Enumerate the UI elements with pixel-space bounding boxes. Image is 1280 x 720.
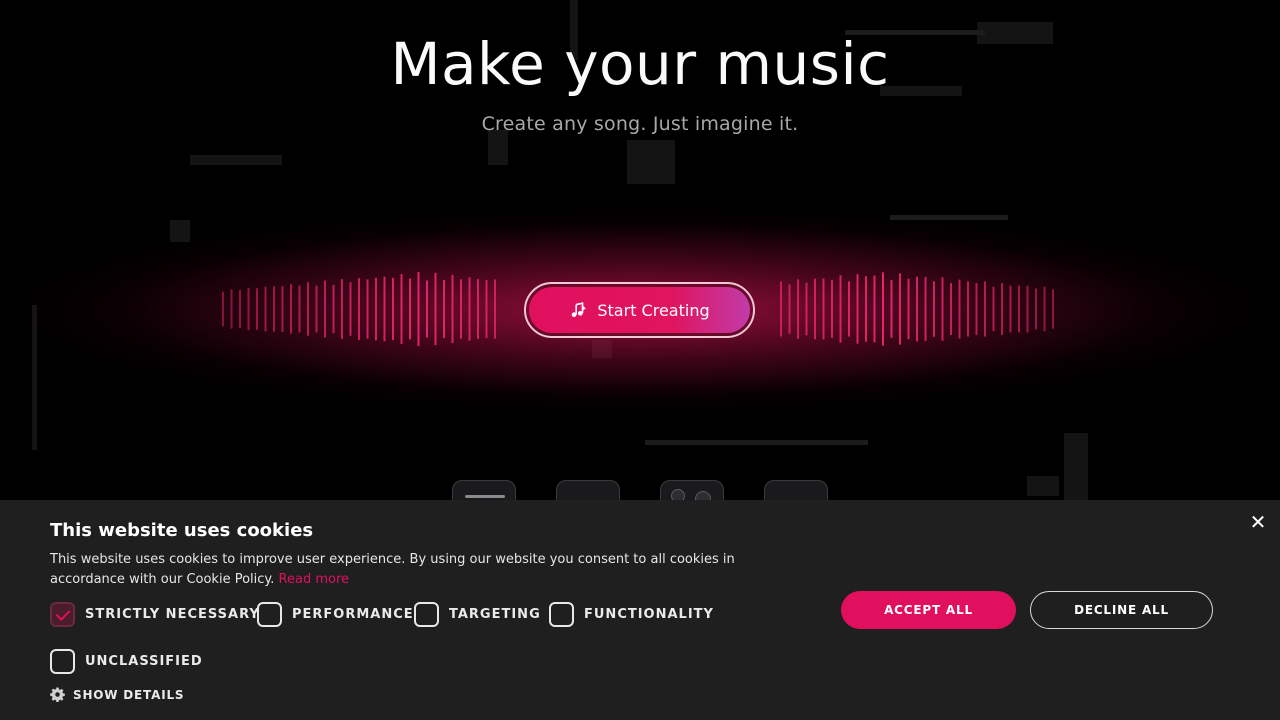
waveform-bar — [332, 284, 335, 334]
waveform-bar — [315, 285, 318, 333]
start-creating-label: Start Creating — [597, 300, 710, 320]
cookie-banner-title: This website uses cookies — [50, 520, 314, 541]
waveform-bar — [1009, 285, 1012, 333]
cookie-banner-text: This website uses cookies to improve use… — [50, 550, 800, 590]
waveform-bar — [392, 277, 394, 341]
waveform-bar — [451, 274, 454, 344]
waveform-bar — [358, 278, 360, 340]
gear-icon — [50, 687, 65, 702]
waveform-bar — [230, 289, 233, 329]
waveform-bar — [899, 273, 901, 345]
waveform-bar — [839, 275, 842, 343]
checkbox-label: FUNCTIONALITY — [584, 607, 714, 622]
waveform-bar — [822, 278, 825, 340]
show-details-label: SHOW DETAILS — [73, 687, 185, 702]
checkbox-strictly-necessary[interactable]: STRICTLY NECESSARY — [50, 602, 260, 627]
checkbox-box[interactable] — [549, 602, 574, 627]
waveform-bar — [298, 285, 301, 333]
waveform-bar — [1001, 283, 1003, 335]
cookie-banner: ✕ This website uses cookies This website… — [0, 500, 1280, 720]
waveform-bar — [950, 283, 952, 335]
start-creating-button[interactable]: Start Creating — [529, 287, 750, 333]
waveform-bar — [1052, 289, 1054, 329]
waveform-bar — [924, 276, 927, 342]
read-more-link[interactable]: Read more — [279, 572, 349, 587]
waveform-bar — [264, 286, 267, 332]
waveform-bar — [941, 277, 944, 341]
checkbox-targeting[interactable]: TARGETING — [414, 602, 541, 627]
waveform-bar — [273, 286, 275, 332]
waveform-bar — [443, 280, 445, 338]
checkbox-box[interactable] — [50, 649, 75, 674]
waveform-bar — [239, 290, 241, 328]
waveform-bar — [400, 274, 403, 344]
waveform-bar — [417, 271, 420, 347]
waveform-bar — [468, 277, 471, 341]
waveform-bar — [873, 275, 876, 343]
waveform-bar — [222, 291, 224, 327]
waveform-bar — [865, 276, 867, 342]
close-icon[interactable]: ✕ — [1248, 512, 1268, 532]
waveform-bar — [494, 279, 496, 339]
waveform-bar — [797, 279, 799, 339]
waveform-bar — [307, 282, 309, 336]
checkbox-label: PERFORMANCE — [292, 607, 414, 622]
waveform-bar — [890, 280, 893, 338]
waveform-bar — [933, 281, 935, 337]
waveform-bar — [409, 278, 411, 340]
checkbox-performance[interactable]: PERFORMANCE — [257, 602, 414, 627]
waveform-bar — [975, 283, 978, 335]
waveform-bar — [907, 278, 910, 340]
slider-icon — [465, 495, 505, 498]
waveform-bar — [375, 277, 377, 341]
waveform-bar — [477, 279, 479, 339]
waveform-bar — [831, 280, 833, 338]
waveform-bar — [848, 281, 850, 337]
waveform-bar — [434, 272, 437, 346]
waveform-bar — [805, 282, 808, 336]
waveform-bar — [882, 272, 884, 346]
accept-all-button[interactable]: ACCEPT ALL — [841, 591, 1016, 629]
checkbox-functionality[interactable]: FUNCTIONALITY — [549, 602, 714, 627]
waveform-bar — [958, 279, 961, 339]
waveform-bar — [383, 276, 386, 342]
waveform-bar — [856, 274, 859, 344]
waveform-bar — [1026, 285, 1029, 333]
checkbox-label: UNCLASSIFIED — [85, 654, 203, 669]
waveform-bar — [247, 287, 250, 331]
waveform-bar — [256, 288, 258, 330]
waveform-bar — [1043, 286, 1046, 332]
show-details-toggle[interactable]: SHOW DETAILS — [50, 687, 184, 702]
waveform-bar — [992, 286, 995, 332]
waveform-bar — [366, 279, 369, 339]
waveform-bar — [324, 280, 326, 338]
waveform-bar — [780, 281, 782, 337]
waveform-bar — [349, 282, 352, 336]
waveform-bar — [426, 280, 428, 338]
music-note-sparkle-icon — [572, 302, 587, 318]
waveform-bar — [1018, 285, 1020, 333]
waveform-bar — [814, 278, 816, 340]
start-creating-button-ring: Start Creating — [524, 282, 755, 338]
waveform-bar — [460, 279, 462, 339]
checkbox-unclassified[interactable]: UNCLASSIFIED — [50, 649, 203, 674]
waveform-bar — [984, 281, 986, 337]
waveform-bar — [485, 279, 488, 339]
checkbox-box[interactable] — [414, 602, 439, 627]
checkbox-box[interactable] — [257, 602, 282, 627]
checkbox-label: TARGETING — [449, 607, 541, 622]
checkbox-box[interactable] — [50, 602, 75, 627]
waveform-bar — [1035, 288, 1037, 330]
waveform-bar — [788, 284, 791, 334]
waveform-bar — [916, 276, 918, 342]
waveform-bar — [281, 285, 284, 333]
checkbox-label: STRICTLY NECESSARY — [85, 607, 260, 622]
waveform-bar — [290, 284, 292, 334]
waveform-bar — [341, 279, 343, 339]
cookie-banner-message: This website uses cookies to improve use… — [50, 552, 735, 587]
decline-all-button[interactable]: DECLINE ALL — [1030, 591, 1213, 629]
waveform-bar — [967, 281, 969, 337]
